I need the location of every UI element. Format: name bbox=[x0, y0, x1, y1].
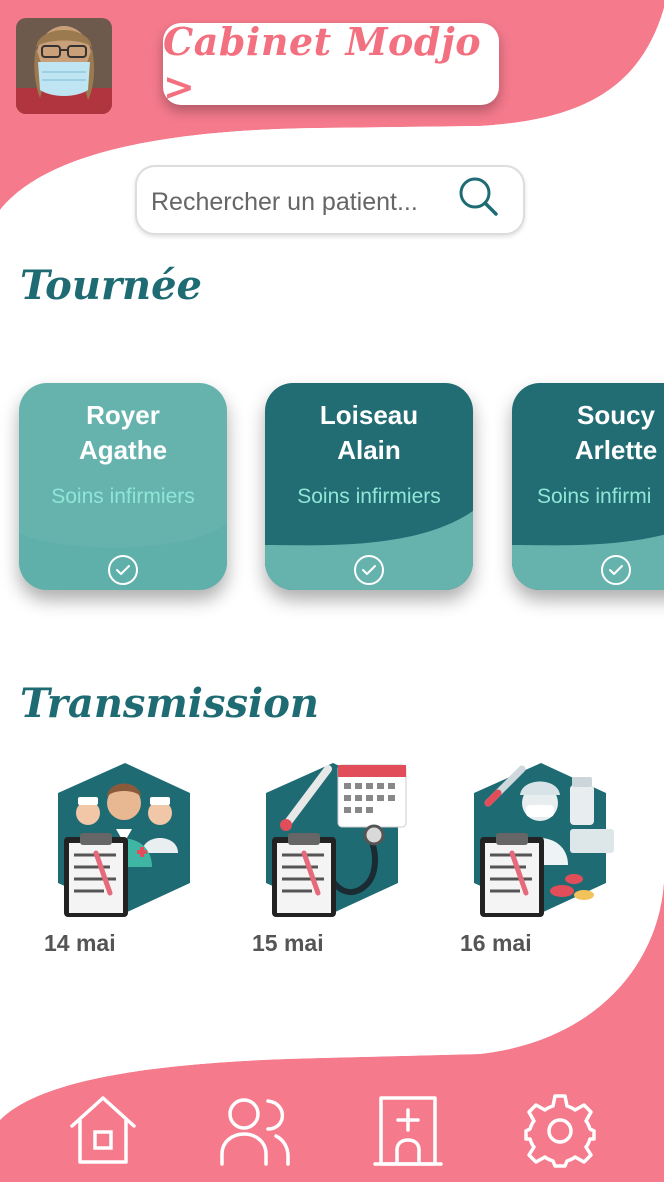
transmission-item-2[interactable] bbox=[258, 755, 428, 925]
check-circle-icon bbox=[354, 555, 384, 585]
patient-last-name: Soucy bbox=[576, 400, 656, 430]
cabinet-button-label: Cabinet Modjo > bbox=[163, 19, 482, 109]
patient-card-loiseau[interactable]: Loiseau Alain Soins infirmiers bbox=[265, 383, 473, 590]
check-circle-icon bbox=[108, 555, 138, 585]
patient-first-name: Arlette bbox=[574, 435, 658, 465]
search-input[interactable] bbox=[149, 179, 453, 225]
transmission-date: 15 mai bbox=[252, 930, 324, 956]
patient-last-name: Loiseau bbox=[319, 400, 419, 430]
avatar[interactable] bbox=[16, 18, 112, 114]
patient-card-soucy[interactable]: Soucy Arlette Soins infirmi bbox=[512, 383, 664, 590]
care-type: Soins infirmiers bbox=[297, 485, 441, 508]
transmission-date: 14 mai bbox=[44, 930, 116, 956]
transmission-item-1[interactable] bbox=[50, 755, 220, 925]
patient-card-royer[interactable]: Royer Agathe Soins infirmiers bbox=[19, 383, 227, 590]
app-screen: Cabinet Modjo > Tournée Royer Agathe Soi… bbox=[0, 0, 664, 1182]
medication-icon bbox=[474, 763, 614, 917]
search-icon[interactable] bbox=[455, 173, 505, 223]
tournee-title: Tournée bbox=[20, 262, 202, 309]
home-icon[interactable] bbox=[66, 1092, 140, 1168]
patient-last-name: Royer bbox=[86, 400, 160, 430]
care-type: Soins infirmi bbox=[537, 485, 652, 508]
patient-first-name: Alain bbox=[337, 435, 401, 465]
transmission-date: 16 mai bbox=[460, 930, 532, 956]
transmission-title: Transmission bbox=[20, 680, 319, 727]
care-team-icon bbox=[58, 763, 190, 917]
search-bar bbox=[135, 165, 525, 235]
patient-first-name: Agathe bbox=[78, 435, 168, 465]
care-type: Soins infirmiers bbox=[51, 485, 195, 508]
vitals-icon bbox=[266, 763, 407, 917]
patients-icon[interactable] bbox=[218, 1092, 292, 1168]
clinic-icon[interactable] bbox=[371, 1092, 445, 1168]
transmission-item-3[interactable] bbox=[466, 755, 636, 925]
check-circle-icon bbox=[601, 555, 631, 585]
cabinet-button[interactable]: Cabinet Modjo > bbox=[163, 19, 499, 109]
settings-icon[interactable] bbox=[522, 1092, 598, 1168]
